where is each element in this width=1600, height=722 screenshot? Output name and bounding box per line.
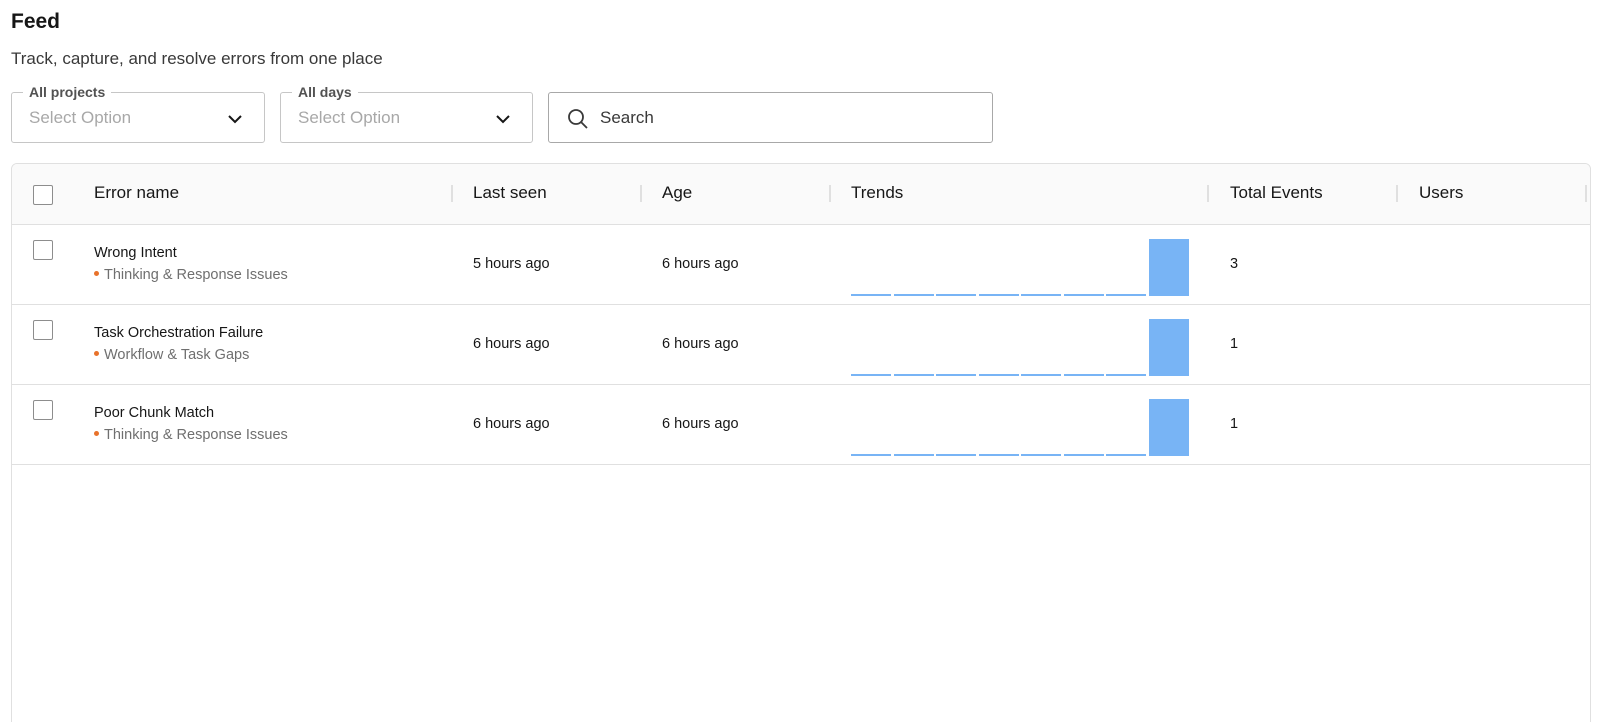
- trend-sparkline: [851, 236, 1196, 296]
- age: 6 hours ago: [662, 416, 739, 432]
- trend-bar: [1106, 373, 1146, 376]
- projects-select-label: All projects: [23, 83, 112, 101]
- column-resize-handle[interactable]: [640, 185, 642, 202]
- table-row[interactable]: Poor Chunk Match Thinking & Response Iss…: [12, 385, 1590, 465]
- total-events: 1: [1230, 416, 1239, 432]
- last-seen: 6 hours ago: [473, 416, 550, 432]
- trend-bar: [1063, 293, 1104, 296]
- error-table: Error name Last seen Age Trends Total Ev…: [11, 163, 1591, 722]
- page-title: Feed: [11, 10, 61, 33]
- search-input[interactable]: [600, 105, 980, 131]
- trend-bar: [893, 293, 934, 296]
- table-row[interactable]: Wrong Intent Thinking & Response Issues …: [12, 225, 1590, 305]
- select-all-checkbox[interactable]: [33, 185, 53, 205]
- category-dot: [94, 350, 99, 356]
- projects-select-value: Select Option: [29, 108, 132, 127]
- row-checkbox[interactable]: [33, 400, 53, 420]
- projects-select[interactable]: All projects Select Option: [11, 83, 265, 143]
- trend-bar: [978, 293, 1019, 296]
- trend-bar: [1021, 373, 1061, 376]
- column-header-error-name[interactable]: Error name: [94, 183, 179, 203]
- error-name[interactable]: Task Orchestration Failure: [94, 325, 263, 341]
- search-icon: [568, 109, 588, 129]
- column-resize-handle[interactable]: [451, 185, 453, 202]
- error-category: Thinking & Response Issues: [94, 427, 288, 443]
- trend-sparkline: [851, 316, 1196, 376]
- trend-bar: [1063, 373, 1104, 376]
- column-header-last-seen[interactable]: Last seen: [473, 183, 547, 203]
- trend-bar: [1021, 453, 1061, 456]
- trend-bar: [893, 373, 934, 376]
- error-category-label: Thinking & Response Issues: [104, 427, 288, 443]
- table-header: Error name Last seen Age Trends Total Ev…: [12, 164, 1590, 225]
- days-select-value: Select Option: [298, 108, 401, 127]
- trend-bar: [851, 293, 891, 296]
- last-seen: 6 hours ago: [473, 336, 550, 352]
- column-header-trends[interactable]: Trends: [851, 183, 903, 203]
- column-header-age[interactable]: Age: [662, 183, 692, 203]
- total-events: 1: [1230, 336, 1239, 352]
- last-seen: 5 hours ago: [473, 256, 550, 272]
- row-checkbox[interactable]: [33, 240, 53, 260]
- trend-bar: [1148, 239, 1189, 296]
- error-category: Workflow & Task Gaps: [94, 347, 249, 363]
- trend-bar: [1106, 293, 1146, 296]
- trend-bar: [978, 453, 1019, 456]
- trend-bar: [936, 373, 976, 376]
- trend-bar: [893, 453, 934, 456]
- error-category-label: Thinking & Response Issues: [104, 267, 288, 283]
- trend-bar: [1063, 453, 1104, 456]
- trend-bar: [936, 293, 976, 296]
- trend-sparkline: [851, 396, 1196, 456]
- error-name[interactable]: Wrong Intent: [94, 245, 177, 261]
- trend-bar: [1106, 453, 1146, 456]
- column-resize-handle[interactable]: [829, 185, 831, 202]
- age: 6 hours ago: [662, 336, 739, 352]
- trend-bar: [1148, 399, 1189, 456]
- age: 6 hours ago: [662, 256, 739, 272]
- category-dot: [94, 270, 99, 276]
- column-header-total-events[interactable]: Total Events: [1230, 183, 1323, 203]
- error-category: Thinking & Response Issues: [94, 267, 288, 283]
- chevron-down-icon: [496, 115, 510, 124]
- trend-bar: [978, 373, 1019, 376]
- trend-bar: [1021, 293, 1061, 296]
- column-resize-handle[interactable]: [1585, 185, 1587, 202]
- category-dot: [94, 430, 99, 436]
- table-row[interactable]: Task Orchestration Failure Workflow & Ta…: [12, 305, 1590, 385]
- error-name[interactable]: Poor Chunk Match: [94, 405, 214, 421]
- column-header-users[interactable]: Users: [1419, 183, 1463, 203]
- column-resize-handle[interactable]: [1396, 185, 1398, 202]
- trend-bar: [936, 453, 976, 456]
- trend-bar: [1148, 319, 1189, 376]
- days-select[interactable]: All days Select Option: [280, 83, 533, 143]
- column-resize-handle[interactable]: [1207, 185, 1209, 202]
- row-checkbox[interactable]: [33, 320, 53, 340]
- trend-bar: [851, 373, 891, 376]
- error-category-label: Workflow & Task Gaps: [104, 347, 250, 363]
- search-field[interactable]: [548, 92, 993, 143]
- page-subtitle: Track, capture, and resolve errors from …: [11, 49, 383, 68]
- chevron-down-icon: [228, 115, 242, 124]
- trend-bar: [851, 453, 891, 456]
- total-events: 3: [1230, 256, 1239, 272]
- days-select-label: All days: [292, 83, 358, 101]
